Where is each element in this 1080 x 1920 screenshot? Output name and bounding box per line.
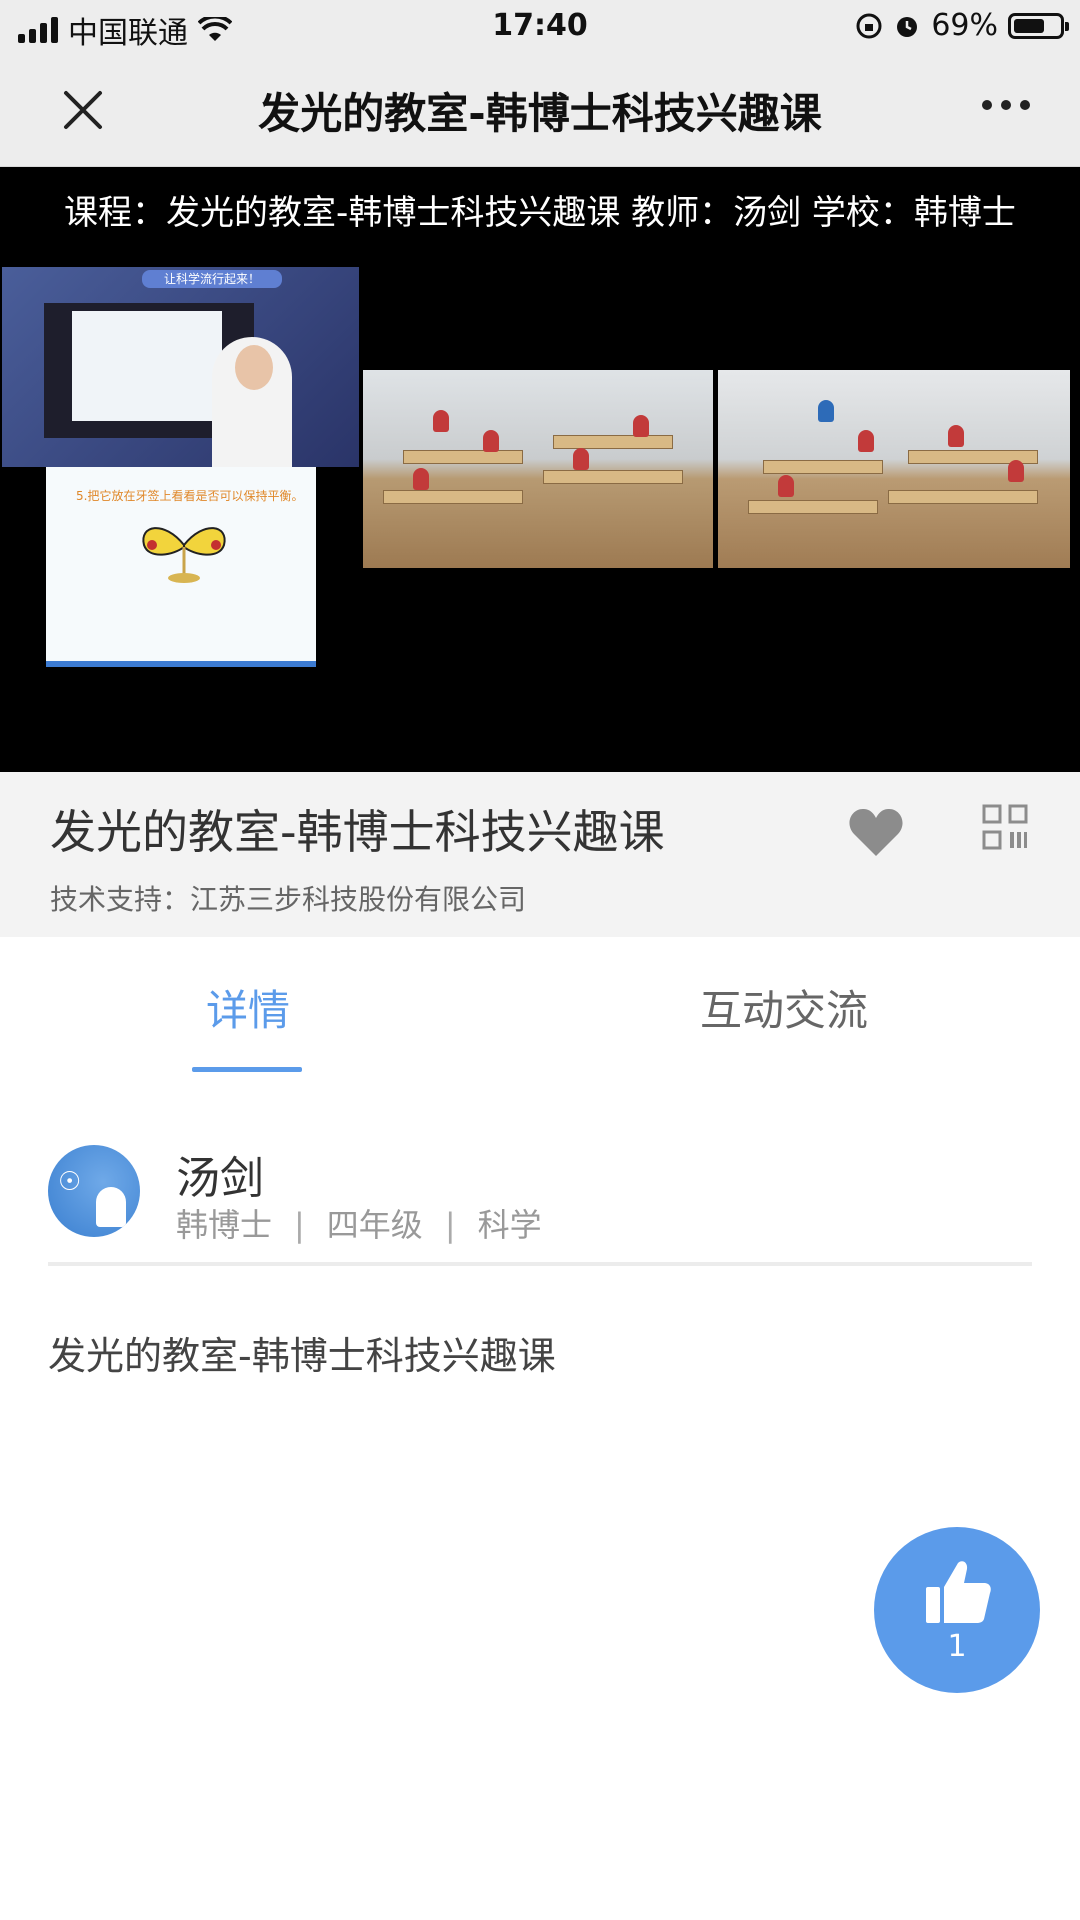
tab-bar: 详情 互动交流 [0, 937, 1080, 1077]
avatar[interactable]: ☉ [48, 1145, 140, 1237]
course-title: 发光的教室-韩博士科技兴趣课 [50, 805, 665, 859]
divider [48, 1262, 1032, 1266]
video-caption: 课程：发光的教室-韩博士科技兴趣课 教师：汤剑 学校：韩博士 [64, 193, 1016, 233]
status-bar: 中国联通 17:40 69% [0, 0, 1080, 52]
teacher-meta: 韩博士 | 四年级 | 科学 [176, 1200, 542, 1246]
alarm-icon [897, 16, 918, 37]
heart-icon[interactable] [848, 806, 904, 858]
classroom-camera-2[interactable] [718, 370, 1070, 568]
battery-percent: 69% [931, 8, 998, 43]
tech-support-label: 技术支持：江苏三步科技股份有限公司 [50, 883, 527, 916]
teacher-name: 汤剑 [176, 1153, 264, 1204]
teacher-subject: 科学 [477, 1206, 542, 1244]
slide-step: 5.把它放在牙签上看看是否可以保持平衡。 [76, 489, 304, 503]
more-icon[interactable] [982, 100, 1030, 110]
teacher-card: ☉ 汤剑 韩博士 | 四年级 | 科学 [0, 1140, 1080, 1260]
tab-detail[interactable]: 详情 [206, 977, 290, 1038]
slide-tile[interactable]: 5.把它放在牙签上看看是否可以保持平衡。 [46, 467, 316, 667]
teacher-head [235, 345, 273, 390]
tab-chat[interactable]: 互动交流 [700, 977, 868, 1038]
battery-fill [1014, 18, 1044, 33]
thumbs-up-icon [926, 1561, 991, 1623]
slide-banner: 让科学流行起来！ [142, 270, 282, 288]
like-count: 1 [947, 1629, 967, 1664]
avatar-figure [96, 1187, 126, 1227]
meta-separator: | [444, 1206, 456, 1244]
nav-bar: 发光的教室-韩博士科技兴趣课 [0, 52, 1080, 167]
screen-content [72, 311, 222, 421]
butterfly-image [142, 527, 226, 583]
course-description: 发光的教室-韩博士科技兴趣课 [48, 1334, 556, 1378]
qr-code-icon[interactable] [982, 804, 1028, 850]
like-button[interactable]: 1 [874, 1527, 1040, 1693]
status-right: 69% [855, 8, 1069, 43]
teacher-school: 韩博士 [176, 1206, 273, 1244]
classroom-camera-1[interactable] [363, 370, 713, 568]
close-icon[interactable] [58, 85, 108, 135]
teacher-camera-tile[interactable]: 让科学流行起来！ [2, 267, 359, 467]
battery-icon [1008, 12, 1069, 39]
meta-separator: | [294, 1206, 305, 1244]
teacher-grade: 四年级 [326, 1206, 423, 1244]
course-info: 发光的教室-韩博士科技兴趣课 技术支持：江苏三步科技股份有限公司 [0, 772, 1080, 937]
avatar-logo: ☉ [58, 1167, 82, 1197]
video-player[interactable]: 课程：发光的教室-韩博士科技兴趣课 教师：汤剑 学校：韩博士 让科学流行起来！ … [0, 167, 1080, 772]
page-title: 发光的教室-韩博士科技兴趣课 [258, 89, 822, 138]
active-tab-indicator [192, 1067, 302, 1072]
rotation-lock-icon [856, 13, 882, 38]
